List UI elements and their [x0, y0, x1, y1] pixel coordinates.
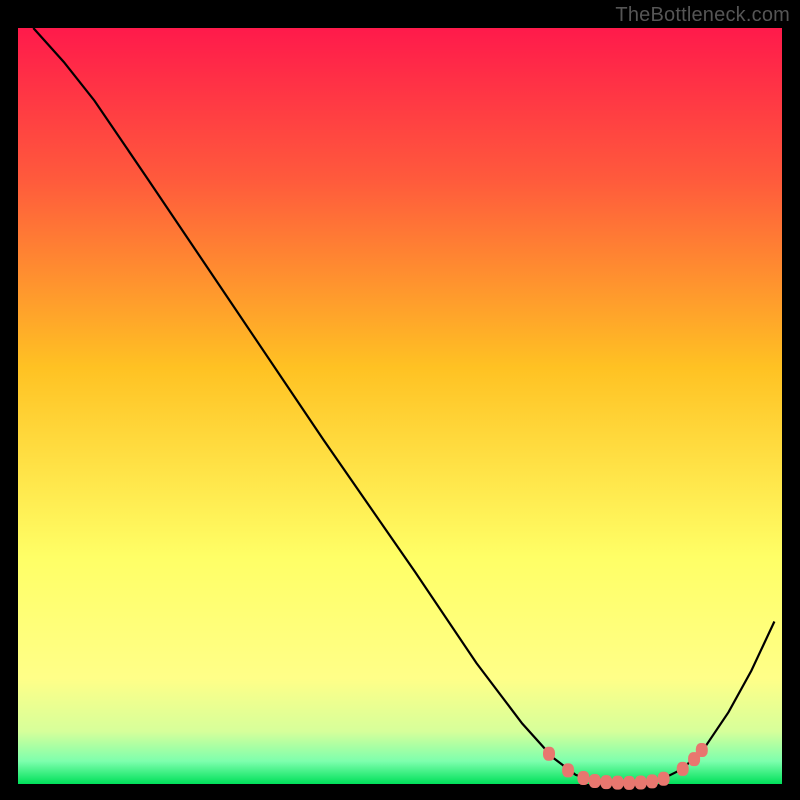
watermark-text: TheBottleneck.com [615, 4, 790, 27]
chart-container: TheBottleneck.com [0, 0, 800, 800]
plot-background [18, 28, 782, 784]
curve-marker [658, 772, 670, 786]
curve-marker [612, 776, 624, 790]
bottleneck-curve-chart [0, 0, 800, 800]
curve-marker [562, 763, 574, 777]
curve-marker [696, 743, 708, 757]
curve-marker [635, 776, 647, 790]
curve-marker [589, 774, 601, 788]
curve-marker [623, 776, 635, 790]
curve-marker [577, 771, 589, 785]
curve-marker [600, 775, 612, 789]
curve-marker [677, 762, 689, 776]
curve-marker [646, 774, 658, 788]
curve-marker [543, 747, 555, 761]
